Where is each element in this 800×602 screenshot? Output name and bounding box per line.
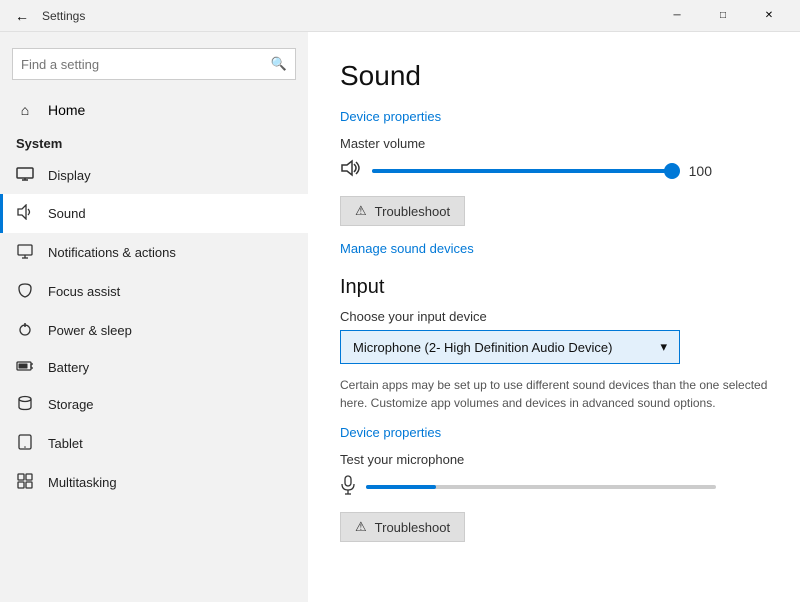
home-icon: ⌂ (16, 102, 34, 118)
sidebar-item-sound[interactable]: Sound (0, 194, 308, 233)
app-body: 🔍 ⌂ Home System Display Sound Notificati… (0, 32, 800, 602)
volume-fill (372, 169, 672, 173)
device-properties-link[interactable]: Device properties (340, 109, 441, 124)
warning-icon: ⚠ (355, 203, 367, 219)
sidebar-power-label: Power & sleep (48, 323, 132, 338)
volume-slider[interactable] (372, 169, 672, 173)
sidebar-battery-label: Battery (48, 360, 89, 375)
mic-row (340, 475, 768, 498)
sidebar-section-title: System (0, 128, 308, 157)
maximize-icon: □ (720, 10, 726, 21)
minimize-icon: ─ (673, 10, 680, 21)
master-volume-label: Master volume (340, 136, 768, 151)
battery-icon (16, 360, 34, 375)
dropdown-chevron-icon: ▾ (660, 339, 667, 355)
titlebar-title: Settings (42, 9, 85, 23)
window-controls: ─ □ ✕ (654, 0, 792, 32)
back-icon: ← (15, 8, 29, 24)
close-button[interactable]: ✕ (746, 0, 792, 32)
device-properties-link-2[interactable]: Device properties (340, 425, 441, 440)
sidebar-storage-label: Storage (48, 397, 94, 412)
sidebar-item-multitasking[interactable]: Multitasking (0, 463, 308, 502)
info-text: Certain apps may be set up to use differ… (340, 376, 768, 412)
back-button[interactable]: ← (8, 2, 36, 30)
sidebar: 🔍 ⌂ Home System Display Sound Notificati… (0, 32, 308, 602)
troubleshoot-label: Troubleshoot (375, 204, 450, 219)
display-icon (16, 167, 34, 184)
sidebar-sound-label: Sound (48, 206, 86, 221)
storage-icon (16, 395, 34, 414)
focus-icon (16, 282, 34, 301)
sidebar-item-tablet[interactable]: Tablet (0, 424, 308, 463)
notifications-icon (16, 243, 34, 262)
sidebar-notifications-label: Notifications & actions (48, 245, 176, 260)
test-mic-label: Test your microphone (340, 452, 768, 467)
input-section-title: Input (340, 276, 768, 299)
minimize-button[interactable]: ─ (654, 0, 700, 32)
warning-icon-2: ⚠ (355, 519, 367, 535)
close-icon: ✕ (765, 10, 773, 21)
page-title: Sound (340, 60, 768, 92)
search-box[interactable]: 🔍 (12, 48, 296, 80)
sidebar-item-home[interactable]: ⌂ Home (0, 92, 308, 128)
power-icon (16, 321, 34, 340)
volume-value: 100 (682, 163, 712, 179)
input-device-select[interactable]: Microphone (2- High Definition Audio Dev… (340, 330, 680, 364)
sidebar-item-focus[interactable]: Focus assist (0, 272, 308, 311)
sidebar-display-label: Display (48, 168, 91, 183)
search-icon: 🔍 (271, 56, 287, 72)
troubleshoot-label-2: Troubleshoot (375, 520, 450, 535)
content-area: Sound Device properties Master volume 10… (308, 32, 800, 602)
mic-level-fill (366, 485, 436, 489)
volume-thumb[interactable] (664, 163, 680, 179)
sidebar-tablet-label: Tablet (48, 436, 83, 451)
volume-row: 100 (340, 159, 768, 182)
troubleshoot-button[interactable]: ⚠ Troubleshoot (340, 196, 465, 226)
tablet-icon (16, 434, 34, 453)
sidebar-multitasking-label: Multitasking (48, 475, 117, 490)
sidebar-focus-label: Focus assist (48, 284, 120, 299)
sidebar-item-display[interactable]: Display (0, 157, 308, 194)
choose-input-label: Choose your input device (340, 309, 768, 324)
sidebar-item-battery[interactable]: Battery (0, 350, 308, 385)
maximize-button[interactable]: □ (700, 0, 746, 32)
mic-icon (340, 475, 356, 498)
multitasking-icon (16, 473, 34, 492)
troubleshoot-button-2[interactable]: ⚠ Troubleshoot (340, 512, 465, 542)
titlebar: ← Settings ─ □ ✕ (0, 0, 800, 32)
sidebar-home-label: Home (48, 102, 85, 118)
mic-level-slider[interactable] (366, 485, 716, 489)
manage-sound-devices-link[interactable]: Manage sound devices (340, 241, 474, 256)
sidebar-item-storage[interactable]: Storage (0, 385, 308, 424)
sidebar-item-notifications[interactable]: Notifications & actions (0, 233, 308, 272)
sidebar-item-power[interactable]: Power & sleep (0, 311, 308, 350)
search-input[interactable] (21, 57, 271, 72)
selected-device-label: Microphone (2- High Definition Audio Dev… (353, 340, 612, 355)
speaker-icon (340, 159, 362, 182)
sound-icon (16, 204, 34, 223)
